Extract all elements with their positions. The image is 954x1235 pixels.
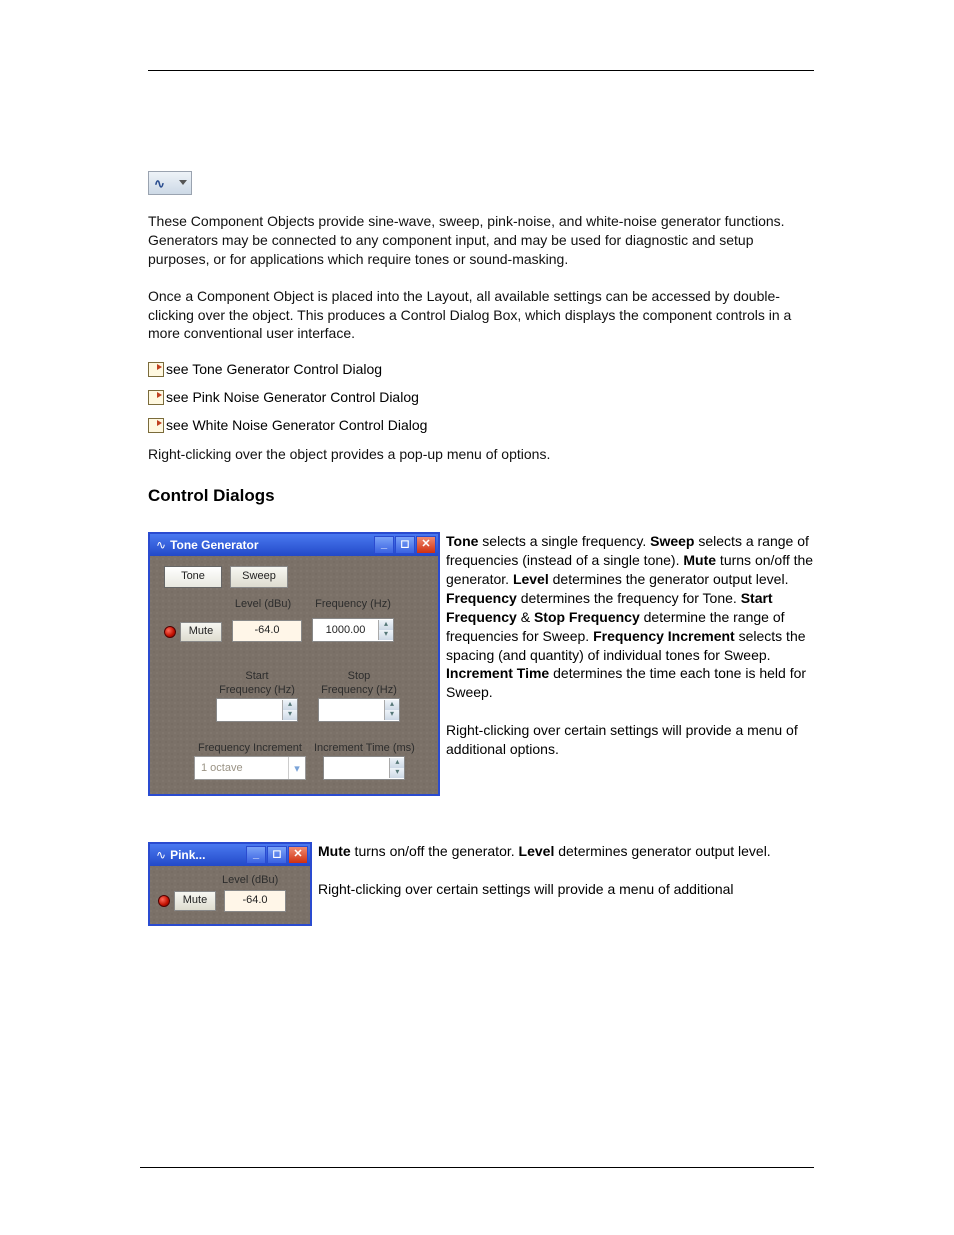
dialog-title: Tone Generator [170, 538, 258, 552]
see-link-text: see Tone Generator Control Dialog [166, 361, 382, 377]
see-link-white[interactable]: see White Noise Generator Control Dialog [148, 417, 814, 433]
mute-led-icon [164, 626, 176, 638]
stop-frequency-input[interactable]: ▴▾ [318, 698, 400, 722]
pink-noise-dialog: ∿ Pink... _ ◻ ✕ Level (dBu) Mute [148, 842, 312, 926]
topic-link-icon [148, 362, 164, 377]
level-input[interactable]: -64.0 [232, 620, 302, 642]
dialog-title: Pink... [170, 848, 205, 862]
start-frequency-input[interactable]: ▴▾ [216, 698, 298, 722]
dropdown-caret-icon [179, 180, 187, 185]
spin-down-icon[interactable]: ▾ [379, 630, 393, 640]
section-heading: Control Dialogs [148, 486, 814, 506]
sine-icon: ∿ [154, 176, 165, 192]
label-freq-increment: Frequency Increment [198, 742, 302, 754]
spin-down-icon[interactable]: ▾ [390, 768, 404, 778]
bottom-rule [140, 1167, 814, 1168]
spin-down-icon[interactable]: ▾ [283, 710, 297, 720]
close-button[interactable]: ✕ [416, 536, 436, 554]
frequency-increment-select[interactable]: 1 octave ▾ [194, 756, 306, 780]
tone-description: Tone selects a single frequency. Sweep s… [446, 532, 814, 759]
label-start-freq: Frequency (Hz) [219, 684, 295, 696]
tone-generator-dialog: ∿ Tone Generator _ ◻ ✕ Tone Sweep Level … [148, 532, 440, 796]
mute-led-icon [158, 895, 170, 907]
sine-icon: ∿ [156, 848, 166, 862]
minimize-button[interactable]: _ [246, 846, 266, 864]
label-level: Level (dBu) [222, 874, 278, 886]
topic-link-icon [148, 390, 164, 405]
titlebar[interactable]: ∿ Pink... _ ◻ ✕ [150, 844, 310, 866]
level-input[interactable]: -64.0 [224, 890, 286, 912]
pink-description: Mute turns on/off the generator. Level d… [318, 842, 814, 899]
label-increment-time: Increment Time (ms) [314, 742, 415, 754]
minimize-button[interactable]: _ [374, 536, 394, 554]
right-click-note: Right-clicking over the object provides … [148, 445, 814, 464]
sine-icon: ∿ [156, 538, 166, 552]
mute-button[interactable]: Mute [174, 891, 216, 911]
see-link-text: see Pink Noise Generator Control Dialog [166, 389, 419, 405]
maximize-button[interactable]: ◻ [267, 846, 287, 864]
label-stop: Stop [348, 670, 371, 682]
label-start: Start [245, 670, 268, 682]
maximize-button[interactable]: ◻ [395, 536, 415, 554]
label-level: Level (dBu) [235, 598, 291, 610]
label-stop-freq: Frequency (Hz) [321, 684, 397, 696]
tab-sweep[interactable]: Sweep [230, 566, 288, 588]
see-link-tone[interactable]: see Tone Generator Control Dialog [148, 361, 814, 377]
spin-down-icon[interactable]: ▾ [385, 710, 399, 720]
top-rule [148, 70, 814, 71]
chevron-down-icon: ▾ [288, 757, 305, 779]
generator-toolbar-icon: ∿ [148, 171, 192, 195]
titlebar[interactable]: ∿ Tone Generator _ ◻ ✕ [150, 534, 438, 556]
frequency-input[interactable]: 1000.00 ▴▾ [312, 618, 394, 642]
intro-paragraph-2: Once a Component Object is placed into t… [148, 287, 814, 344]
intro-paragraph-1: These Component Objects provide sine-wav… [148, 212, 814, 269]
mute-button[interactable]: Mute [180, 622, 222, 642]
tab-tone[interactable]: Tone [164, 566, 222, 588]
see-link-text: see White Noise Generator Control Dialog [166, 417, 427, 433]
see-link-pink[interactable]: see Pink Noise Generator Control Dialog [148, 389, 814, 405]
label-frequency: Frequency (Hz) [315, 598, 391, 610]
increment-time-input[interactable]: ▴▾ [323, 756, 405, 780]
close-button[interactable]: ✕ [288, 846, 308, 864]
topic-link-icon [148, 418, 164, 433]
